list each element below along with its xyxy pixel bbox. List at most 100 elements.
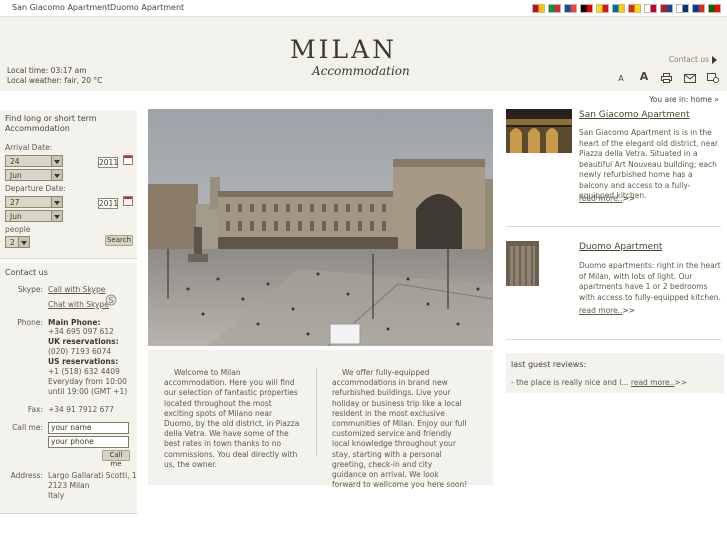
read-more-link[interactable]: read more.. <box>579 194 622 203</box>
skype-icon[interactable]: S <box>105 294 117 308</box>
departure-month-select[interactable]: Jun <box>5 210 63 222</box>
flag-russia-icon[interactable] <box>692 4 705 13</box>
top-bar: San Giacomo Apartment | Duomo Apartment <box>0 0 727 17</box>
address-label: Address: <box>10 471 43 480</box>
us-phone: +1 (518) 632 4409 <box>48 367 120 376</box>
flag-germany-icon[interactable] <box>580 4 593 13</box>
fax-number: +34 91 7912 677 <box>48 405 114 414</box>
flag-france-icon[interactable] <box>564 4 577 13</box>
read-more-link[interactable]: read more.. <box>579 306 622 315</box>
call-with-skype-link[interactable]: Call with Skype <box>48 285 105 294</box>
svg-text:S: S <box>109 296 114 305</box>
skype-label: Skype: <box>17 285 43 294</box>
hours-line-2: until 19:00 (GMT +1) <box>48 387 128 396</box>
name-input[interactable]: your name <box>48 422 129 434</box>
local-weather: Local weather: fair, 20 °C <box>7 76 103 85</box>
language-flags <box>532 4 721 13</box>
welcome-divider <box>316 368 317 456</box>
phone-input[interactable]: your phone <box>48 436 129 448</box>
duomo-read-more[interactable]: read more..>> <box>579 306 635 315</box>
contact-title: Contact us <box>5 268 48 277</box>
us-title: US reservations: <box>48 357 119 366</box>
divider <box>506 226 721 227</box>
flag-catalonia-icon[interactable] <box>596 4 609 13</box>
review-snippet: - the place is really nice and l... read… <box>511 378 687 387</box>
local-info: Local time: 03:17 am Local weather: fair… <box>7 66 102 86</box>
arrival-month-select[interactable]: Jun <box>5 169 63 181</box>
chat-with-skype-link[interactable]: Chat with Skype <box>48 300 109 309</box>
arrival-day-value: 24 <box>10 157 20 166</box>
duomo-description: Duomo apartments: right in the heart of … <box>579 261 721 302</box>
chevron-down-icon <box>18 237 29 247</box>
uk-phone: (020) 7193 6074 <box>48 347 112 356</box>
uk-title: UK reservations: <box>48 337 119 346</box>
flag-portugal-icon[interactable] <box>708 4 721 13</box>
reviews-title: last guest reviews: <box>511 360 587 369</box>
search-button[interactable]: Search <box>105 235 133 246</box>
top-link-duomo[interactable]: Duomo Apartment <box>110 3 184 12</box>
local-time: Local time: 03:17 am <box>7 66 87 75</box>
people-label: people <box>5 225 31 234</box>
address-line-3: Italy <box>48 491 65 500</box>
flag-japan-icon[interactable] <box>644 4 657 13</box>
san-giacomo-read-more[interactable]: read more..>> <box>579 194 635 203</box>
chevron-down-icon <box>51 156 62 166</box>
callme-button[interactable]: Call me <box>102 450 130 468</box>
reviews-box: last guest reviews: - the place is reall… <box>506 353 724 393</box>
arrival-year-input[interactable]: 2011 <box>98 157 118 168</box>
font-decrease-button[interactable]: A <box>615 74 627 83</box>
main-phone-title: Main Phone: <box>48 318 101 327</box>
search-box: Find long or short term Accommodation Ar… <box>0 110 137 259</box>
search-title: Find long or short term Accommodation <box>5 114 97 133</box>
duomo-thumbnail[interactable] <box>506 241 539 286</box>
calendar-icon[interactable] <box>123 155 133 165</box>
departure-day-value: 27 <box>10 198 20 207</box>
chevron-down-icon <box>51 211 62 221</box>
address-line-2: 2123 Milan <box>48 481 90 490</box>
people-value: 2 <box>10 238 15 247</box>
flag-china-icon[interactable] <box>628 4 641 13</box>
san-giacomo-title-link[interactable]: San Giacomo Apartment <box>579 110 690 120</box>
read-more-arrow: >> <box>622 306 636 315</box>
print-icon[interactable] <box>661 73 673 83</box>
main-phone: +34 695 097 612 <box>48 327 114 336</box>
duomo-title-link[interactable]: Duomo Apartment <box>579 242 662 252</box>
flag-spain-icon[interactable] <box>532 4 545 13</box>
departure-year-input[interactable]: 2011 <box>98 198 118 209</box>
bookmark-icon[interactable] <box>707 73 719 83</box>
review-text: - the place is really nice and l... <box>511 378 629 387</box>
logo-subtitle[interactable]: Accommodation <box>312 64 410 78</box>
arrival-day-select[interactable]: 24 <box>5 155 63 167</box>
top-link-san-giacomo[interactable]: San Giacomo Apartment <box>12 3 110 12</box>
chevron-down-icon <box>51 197 62 207</box>
fax-label: Fax: <box>27 405 43 414</box>
flag-italy-icon[interactable] <box>548 4 561 13</box>
san-giacomo-thumbnail[interactable] <box>506 109 572 153</box>
hero-photo-piazza-duomo <box>148 109 493 346</box>
flag-korea-icon[interactable] <box>676 4 689 13</box>
san-giacomo-description: San Giacomo Apartment is is in the heart… <box>579 128 718 200</box>
read-more-arrow: >> <box>622 194 636 203</box>
departure-month-value: Jun <box>10 212 22 221</box>
read-more-arrow: >> <box>674 378 687 387</box>
contact-us-link[interactable]: Contact us <box>669 55 717 64</box>
logo-title[interactable]: MILAN <box>290 35 397 64</box>
departure-day-select[interactable]: 27 <box>5 196 63 208</box>
welcome-panel: Welcome to Milan accommodation. Here you… <box>148 350 493 489</box>
review-read-more-link[interactable]: read more.. <box>631 378 674 387</box>
people-select[interactable]: 2 <box>5 236 30 248</box>
font-increase-button[interactable]: A <box>638 70 650 83</box>
address-line-1: Largo Gallarati Scotti, 1 <box>48 471 137 480</box>
triangle-right-icon <box>712 56 717 64</box>
phone-label: Phone: <box>17 318 43 327</box>
welcome-text-right: We offer fully-equipped accommodations i… <box>332 368 468 490</box>
contact-us-label: Contact us <box>668 55 709 64</box>
welcome-text-left: Welcome to Milan accommodation. Here you… <box>164 368 300 469</box>
email-icon[interactable] <box>684 74 696 83</box>
flag-sweden-icon[interactable] <box>612 4 625 13</box>
calendar-icon[interactable] <box>123 196 133 206</box>
hours-line-1: Everyday from 10:00 <box>48 377 127 386</box>
contact-box: Contact us Skype: Call with Skype Chat w… <box>0 263 137 514</box>
page-tools: A A <box>615 70 719 83</box>
flag-netherlands-icon[interactable] <box>660 4 673 13</box>
